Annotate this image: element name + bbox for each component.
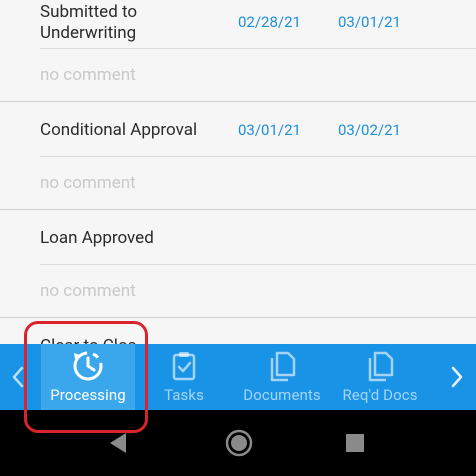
tab-reqd-docs-label: Req'd Docs — [342, 386, 418, 404]
chevron-right-icon — [451, 366, 463, 388]
tab-documents-label: Documents — [243, 386, 321, 404]
comment-text: no comment — [40, 281, 136, 301]
comment-text: no comment — [40, 173, 136, 193]
scroll-right-button[interactable] — [442, 344, 472, 410]
milestone-list[interactable]: Submitted to Underwriting 02/28/21 03/01… — [0, 0, 476, 344]
recents-icon[interactable] — [344, 432, 366, 454]
documents-icon — [267, 350, 297, 382]
tab-tasks-label: Tasks — [164, 386, 204, 404]
start-date: 02/28/21 — [238, 13, 301, 31]
highlight-annotation — [24, 321, 148, 433]
required-documents-icon — [365, 350, 395, 382]
divider — [40, 264, 476, 265]
list-item[interactable]: Conditional Approval 03/01/21 03/02/21 n… — [0, 102, 476, 210]
tab-tasks[interactable]: Tasks — [152, 344, 216, 410]
comment-text: no comment — [40, 65, 136, 85]
divider — [40, 48, 476, 49]
end-date: 03/01/21 — [338, 13, 401, 31]
chevron-left-icon — [12, 366, 24, 388]
start-date: 03/01/21 — [238, 121, 301, 139]
end-date: 03/02/21 — [338, 121, 401, 139]
tab-documents[interactable]: Documents — [237, 344, 327, 410]
back-icon[interactable] — [106, 430, 130, 456]
list-item[interactable]: Submitted to Underwriting 02/28/21 03/01… — [0, 0, 476, 102]
tab-reqd-docs[interactable]: Req'd Docs — [335, 344, 425, 410]
home-icon[interactable] — [224, 428, 254, 458]
divider — [40, 156, 476, 157]
clipboard-check-icon — [170, 350, 198, 382]
milestone-title: Conditional Approval — [40, 120, 198, 140]
milestone-title: Submitted to — [40, 2, 138, 22]
milestone-title-line2: Underwriting — [40, 23, 137, 43]
milestone-title: Loan Approved — [40, 228, 154, 248]
list-item[interactable]: Loan Approved no comment — [0, 210, 476, 318]
